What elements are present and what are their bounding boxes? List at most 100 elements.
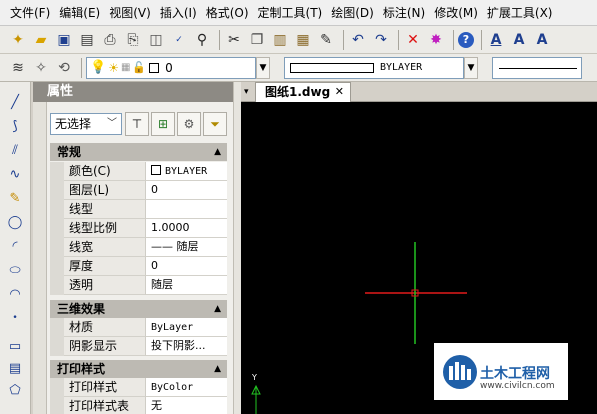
layer-dropdown[interactable]: 💡 ☀ ▦ 🔓 0 bbox=[86, 56, 256, 79]
explode-icon[interactable]: ✸ bbox=[426, 30, 446, 50]
spline-icon[interactable]: ∿ bbox=[4, 164, 26, 184]
toolbar-separator bbox=[219, 29, 220, 50]
tab-dropdown-icon[interactable]: ▾ bbox=[244, 82, 252, 102]
linetype-dropdown[interactable] bbox=[492, 56, 582, 79]
text-edit-icon[interactable]: A bbox=[532, 30, 552, 50]
property-row-thickness[interactable]: 厚度 0 bbox=[50, 257, 227, 276]
multiline-icon[interactable]: ⫽ bbox=[4, 140, 26, 160]
text-height-icon[interactable]: A bbox=[509, 30, 529, 50]
collapse-icon: ▲ bbox=[214, 147, 221, 157]
quick-select-button[interactable]: ⚙ bbox=[177, 112, 201, 136]
rectangle-icon[interactable]: ▭ bbox=[4, 336, 26, 356]
ucs-y-label: Y bbox=[251, 373, 257, 382]
color-dropdown[interactable]: BYLAYER bbox=[284, 56, 464, 79]
section-general[interactable]: 常规 ▲ bbox=[50, 143, 227, 161]
menu-format[interactable]: 格式(O) bbox=[206, 4, 249, 21]
erase-icon[interactable]: ✕ bbox=[403, 30, 423, 50]
property-value[interactable]: 1.0000 bbox=[146, 219, 227, 238]
publish-icon[interactable]: ◫ bbox=[146, 30, 166, 50]
undo-icon[interactable]: ↶ bbox=[348, 30, 368, 50]
property-row-lineweight[interactable]: 线宽 —— 随层 bbox=[50, 238, 227, 257]
menu-modify[interactable]: 修改(M) bbox=[434, 4, 478, 21]
property-value[interactable]: 无 bbox=[146, 397, 227, 414]
point-icon[interactable]: • bbox=[4, 308, 26, 328]
select-objects-button[interactable]: ⊞ bbox=[151, 112, 175, 136]
copy-icon[interactable]: ❐ bbox=[247, 30, 267, 50]
print-icon[interactable]: ⎙ bbox=[100, 30, 120, 50]
selection-dropdown[interactable]: 无选择 ﹀ bbox=[50, 113, 122, 135]
text-style-icon[interactable]: A bbox=[486, 30, 506, 50]
filter-button[interactable]: ⏷ bbox=[203, 112, 227, 136]
match-prop-icon[interactable]: ✎ bbox=[316, 30, 336, 50]
paste-special-icon[interactable]: ▦ bbox=[293, 30, 313, 50]
save-icon[interactable]: ▣ bbox=[54, 30, 74, 50]
color-swatch bbox=[151, 165, 161, 175]
property-value[interactable]: 0 bbox=[146, 257, 227, 276]
menu-custom-tools[interactable]: 定制工具(T) bbox=[258, 4, 323, 21]
menu-file[interactable]: 文件(F) bbox=[10, 4, 50, 21]
menu-view[interactable]: 视图(V) bbox=[109, 4, 151, 21]
section-plot-style[interactable]: 打印样式 ▲ bbox=[50, 360, 227, 378]
toggle-pickadd-button[interactable]: ⊤ bbox=[125, 112, 149, 136]
layer-previous-icon[interactable]: ⟲ bbox=[54, 58, 74, 78]
property-value[interactable] bbox=[146, 200, 227, 219]
new-icon[interactable]: ✦ bbox=[8, 30, 28, 50]
property-value[interactable]: 0 bbox=[146, 181, 227, 200]
sun-icon: ☀ bbox=[108, 60, 119, 75]
property-key: 打印样式表 bbox=[64, 397, 146, 414]
toolbar-separator bbox=[398, 29, 399, 50]
chevron-down-icon: ﹀ bbox=[107, 118, 117, 129]
layer-dropdown-arrow[interactable]: ▼ bbox=[256, 56, 270, 79]
print-preview-icon[interactable]: ▤ bbox=[77, 30, 97, 50]
polygon-icon[interactable]: ⬠ bbox=[4, 380, 26, 400]
property-row-layer[interactable]: 图层(L) 0 bbox=[50, 181, 227, 200]
property-row-shadow-display[interactable]: 阴影显示 投下阴影... bbox=[50, 337, 227, 356]
menu-dimension[interactable]: 标注(N) bbox=[383, 4, 425, 21]
polyline-icon[interactable]: ⟆ bbox=[4, 116, 26, 136]
color-dropdown-arrow[interactable]: ▼ bbox=[464, 56, 478, 79]
cut-icon[interactable]: ✂ bbox=[224, 30, 244, 50]
property-row-transparency[interactable]: 透明 随层 bbox=[50, 276, 227, 295]
properties-scrollbar[interactable] bbox=[233, 82, 241, 414]
circle-icon[interactable]: ◯ bbox=[4, 212, 26, 232]
find-icon[interactable]: ⚲ bbox=[192, 30, 212, 50]
spell-check-icon[interactable]: ✓ bbox=[169, 30, 189, 50]
menu-insert[interactable]: 插入(I) bbox=[160, 4, 197, 21]
property-row-plot-style-table[interactable]: 打印样式表 无 bbox=[50, 397, 227, 414]
open-icon[interactable]: ▰ bbox=[31, 30, 51, 50]
revision-cloud-icon[interactable]: ✎ bbox=[4, 188, 26, 208]
palette-side-strip[interactable] bbox=[33, 82, 47, 414]
arc-icon[interactable]: ◜ bbox=[4, 236, 26, 256]
menu-extension-tools[interactable]: 扩展工具(X) bbox=[487, 4, 553, 21]
property-row-material[interactable]: 材质 ByLayer bbox=[50, 318, 227, 337]
property-key: 线型 bbox=[64, 200, 146, 219]
property-row-linetype[interactable]: 线型 bbox=[50, 200, 227, 219]
menu-edit[interactable]: 编辑(E) bbox=[59, 4, 100, 21]
plot-icon[interactable]: ⎘ bbox=[123, 30, 143, 50]
redo-icon[interactable]: ↷ bbox=[371, 30, 391, 50]
layer-state-icon[interactable]: ✧ bbox=[31, 58, 51, 78]
section-3d-effects[interactable]: 三维效果 ▲ bbox=[50, 300, 227, 318]
ellipse-icon[interactable]: ⬭ bbox=[4, 260, 26, 280]
property-value[interactable]: 随层 bbox=[146, 276, 227, 295]
section-title: 打印样式 bbox=[57, 362, 106, 376]
tab-drawing1[interactable]: 图纸1.dwg ✕ bbox=[255, 82, 351, 102]
property-value[interactable]: —— 随层 bbox=[146, 238, 227, 257]
layer-manager-icon[interactable]: ≋ bbox=[8, 58, 28, 78]
ellipse-arc-icon[interactable]: ◠ bbox=[4, 284, 26, 304]
row-gutter bbox=[50, 162, 64, 181]
close-icon[interactable]: ✕ bbox=[335, 83, 344, 101]
property-value[interactable]: ByLayer bbox=[146, 318, 227, 337]
row-gutter bbox=[50, 378, 64, 397]
line-icon[interactable]: ╱ bbox=[4, 92, 26, 112]
property-value[interactable]: ByColor bbox=[146, 378, 227, 397]
menu-draw[interactable]: 绘图(D) bbox=[331, 4, 374, 21]
property-row-plot-style[interactable]: 打印样式 ByColor bbox=[50, 378, 227, 397]
help-icon[interactable]: ? bbox=[458, 31, 474, 48]
property-row-linetype-scale[interactable]: 线型比例 1.0000 bbox=[50, 219, 227, 238]
hatch-icon[interactable]: ▤ bbox=[4, 358, 26, 378]
property-value[interactable]: 投下阴影... bbox=[146, 337, 227, 356]
property-value[interactable]: BYLAYER bbox=[146, 162, 227, 181]
paste-icon[interactable]: ▥ bbox=[270, 30, 290, 50]
property-row-color[interactable]: 颜色(C) BYLAYER bbox=[50, 162, 227, 181]
